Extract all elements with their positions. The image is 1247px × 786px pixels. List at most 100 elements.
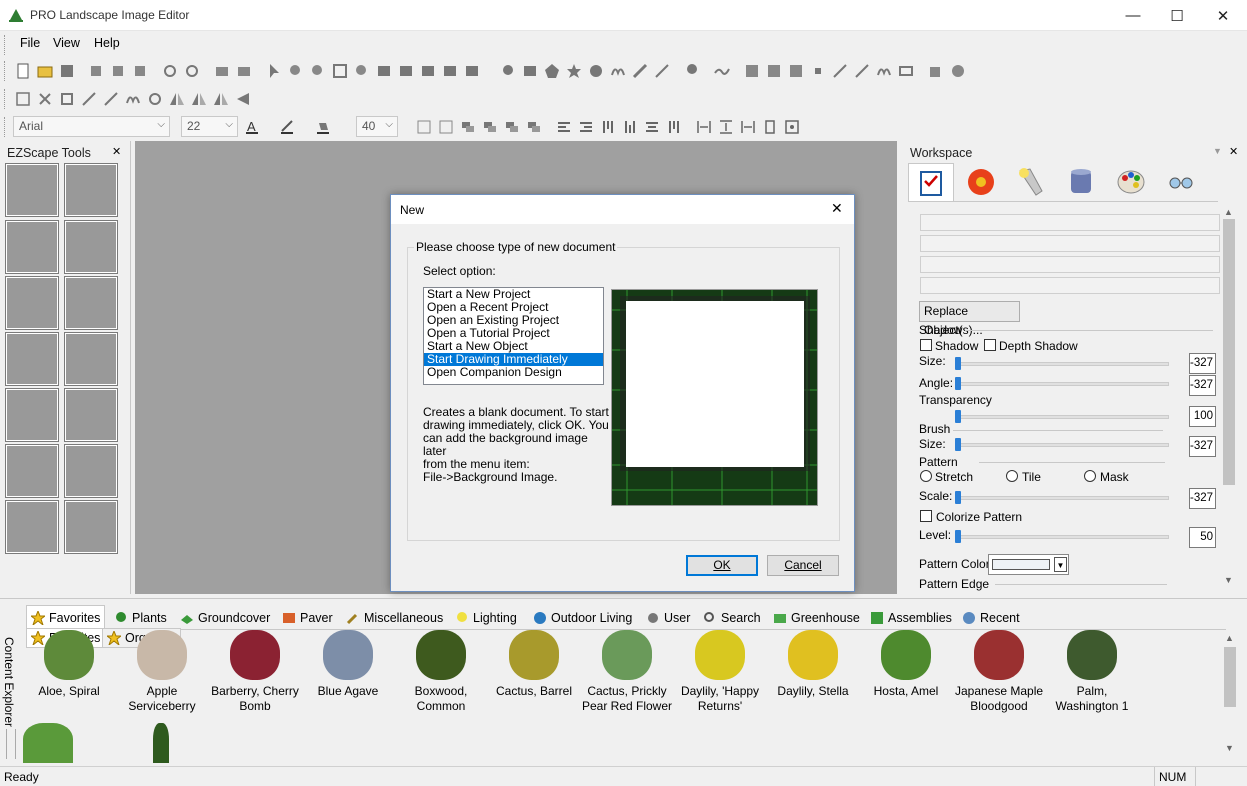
line-icon[interactable]: [103, 91, 119, 107]
line-color-icon[interactable]: [280, 119, 296, 135]
tile-radio[interactable]: [1006, 470, 1018, 482]
snap-grid-icon[interactable]: [438, 119, 454, 135]
align-right-icon[interactable]: [578, 119, 594, 135]
plant-item[interactable]: Boxwood, Common: [395, 630, 487, 714]
option-list[interactable]: Start a New Project Open a Recent Projec…: [423, 287, 604, 385]
resize-object-icon[interactable]: [788, 63, 804, 79]
tab-search[interactable]: Search: [699, 607, 765, 629]
align-center-icon[interactable]: [600, 119, 616, 135]
plant-item[interactable]: Palm, Washington 1: [1046, 630, 1138, 714]
scroll-up-icon[interactable]: ▲: [1225, 633, 1234, 643]
transform-icon[interactable]: [744, 63, 760, 79]
plant-thumbnail[interactable]: [23, 723, 73, 763]
plant-item[interactable]: Daylily, 'Happy Returns': [674, 630, 766, 714]
maximize-button[interactable]: ☐: [1154, 0, 1200, 31]
brush-tool-icon[interactable]: [632, 63, 648, 79]
cancel-button[interactable]: Cancel: [767, 555, 839, 576]
plant-thumbnail[interactable]: [153, 723, 169, 763]
colorize-pattern-checkbox[interactable]: [920, 510, 932, 522]
scroll-thumb[interactable]: [1224, 647, 1236, 707]
replace-objects-button[interactable]: Replace Object(s)...: [919, 301, 1020, 337]
object-field[interactable]: [920, 235, 1220, 252]
tab-lighting[interactable]: Lighting: [451, 607, 521, 629]
light-tool-icon[interactable]: [684, 63, 700, 79]
undo-icon[interactable]: [162, 63, 178, 79]
scroll-thumb[interactable]: [1223, 219, 1235, 485]
tab-recent[interactable]: Recent: [958, 607, 1024, 629]
zoom-in-icon[interactable]: [288, 63, 304, 79]
shadow-size-slider[interactable]: [957, 362, 1169, 366]
pencil-tool-icon[interactable]: [854, 63, 870, 79]
tool-tile[interactable]: [5, 220, 59, 274]
polygon-tool-icon[interactable]: [544, 63, 560, 79]
workspace-tab-palette[interactable]: [1108, 163, 1154, 201]
zoom-out-icon[interactable]: [310, 63, 326, 79]
ok-button[interactable]: OK: [686, 555, 758, 576]
fence-tool-icon[interactable]: [898, 63, 914, 79]
select-box-icon[interactable]: [15, 91, 31, 107]
tool-tile[interactable]: [5, 500, 59, 554]
panel-grip[interactable]: [6, 729, 16, 759]
cut-icon[interactable]: [88, 63, 104, 79]
rotate-object-icon[interactable]: [766, 63, 782, 79]
object-field[interactable]: [920, 256, 1220, 273]
workspace-tab-flower[interactable]: [958, 163, 1004, 201]
open-folder-icon[interactable]: [37, 63, 53, 79]
pattern-color-picker[interactable]: ▼: [988, 554, 1069, 575]
select-arrow-icon[interactable]: [266, 63, 282, 79]
menu-help[interactable]: Help: [94, 36, 120, 50]
paste-icon[interactable]: [132, 63, 148, 79]
tool-tile[interactable]: [64, 220, 118, 274]
align-grid-icon[interactable]: [416, 119, 432, 135]
wave-tool-icon[interactable]: [876, 63, 892, 79]
edge-tool-icon[interactable]: [832, 63, 848, 79]
freeform-tool-icon[interactable]: [588, 63, 604, 79]
arrange-front-icon[interactable]: [482, 119, 498, 135]
crop-icon[interactable]: [59, 91, 75, 107]
level-value[interactable]: 50: [1189, 527, 1216, 548]
layer-back-icon[interactable]: [420, 63, 436, 79]
tool-tile[interactable]: [64, 163, 118, 217]
workspace-tab-flashlight[interactable]: [1008, 163, 1054, 201]
new-file-icon[interactable]: [15, 63, 31, 79]
mask-radio[interactable]: [1084, 470, 1096, 482]
paint-bucket-icon[interactable]: [928, 63, 944, 79]
slider-thumb[interactable]: [955, 530, 961, 543]
shadow-angle-value[interactable]: -327: [1189, 375, 1216, 396]
print-preview-icon[interactable]: [236, 63, 252, 79]
slider-thumb[interactable]: [955, 491, 961, 504]
plant-item[interactable]: Cactus, Prickly Pear Red Flower: [581, 630, 673, 714]
stretch-radio[interactable]: [920, 470, 932, 482]
tool-tile[interactable]: [64, 444, 118, 498]
align-top-icon[interactable]: [666, 119, 682, 135]
group-icon[interactable]: [442, 63, 458, 79]
curve-tool-icon[interactable]: [610, 63, 626, 79]
line-tool-icon[interactable]: [654, 63, 670, 79]
font-name-combo[interactable]: Arial ⌵: [13, 116, 170, 137]
option-open-companion-design[interactable]: Open Companion Design: [424, 366, 603, 379]
tab-miscellaneous[interactable]: Miscellaneous: [342, 607, 447, 629]
tab-favorites[interactable]: Favorites: [26, 605, 106, 629]
shadow-size-value[interactable]: -327: [1189, 353, 1216, 374]
tab-paver[interactable]: Paver: [278, 607, 337, 629]
slider-thumb[interactable]: [955, 377, 961, 390]
line-width-combo[interactable]: 40 ⌵: [356, 116, 398, 137]
fill-color-icon[interactable]: [316, 119, 332, 135]
shadow-checkbox[interactable]: [920, 339, 932, 351]
tool-tile[interactable]: [5, 276, 59, 330]
align-middle-icon[interactable]: [644, 119, 660, 135]
draw-icon[interactable]: [81, 91, 97, 107]
arrange-order-icon[interactable]: [526, 119, 542, 135]
tab-plants[interactable]: Plants: [110, 607, 171, 629]
slider-thumb[interactable]: [955, 438, 961, 451]
save-icon[interactable]: [59, 63, 75, 79]
dialog-close-icon[interactable]: ✕: [831, 200, 843, 217]
tab-greenhouse[interactable]: Greenhouse: [769, 607, 864, 629]
rectangle-tool-icon[interactable]: [522, 63, 538, 79]
workspace-tab-database[interactable]: [1058, 163, 1104, 201]
scroll-down-icon[interactable]: ▼: [1224, 575, 1233, 585]
font-color-icon[interactable]: A: [245, 119, 261, 135]
rotate-icon[interactable]: [147, 91, 163, 107]
object-field[interactable]: [920, 277, 1220, 294]
menu-file[interactable]: File: [20, 36, 40, 50]
